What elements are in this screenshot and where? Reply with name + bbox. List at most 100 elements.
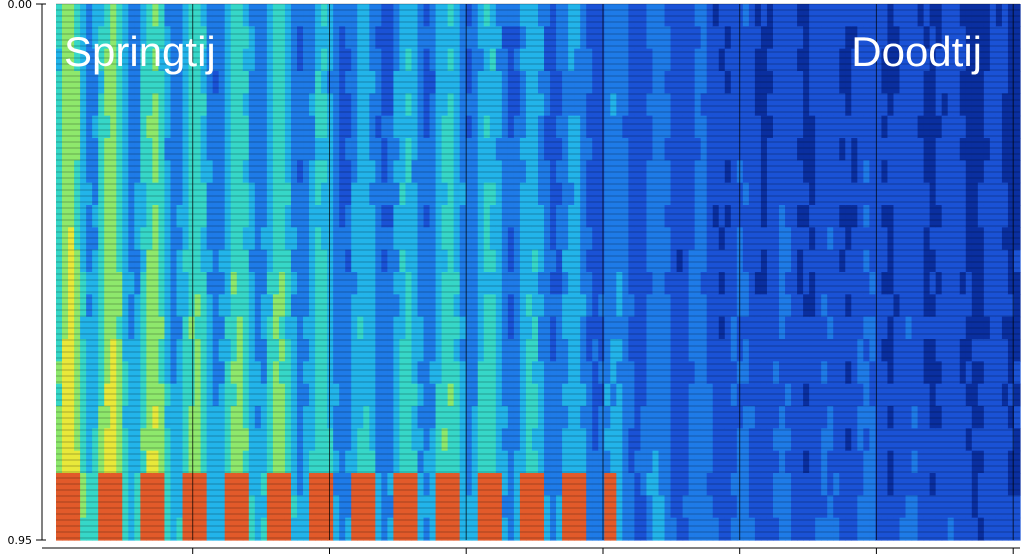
- heatmap-cell: [471, 383, 479, 407]
- heatmap-cell: [345, 272, 352, 295]
- heatmap-cell: [652, 473, 660, 496]
- heatmap-cell: [580, 249, 587, 273]
- heatmap-cell: [152, 115, 160, 139]
- heatmap-cell: [272, 138, 280, 161]
- heatmap-cell: [266, 93, 274, 117]
- heatmap-cell: [748, 339, 756, 362]
- heatmap-cell: [1013, 473, 1021, 496]
- heatmap-cell: [357, 383, 364, 407]
- heatmap-cell: [405, 361, 413, 385]
- heatmap-cell: [706, 406, 714, 429]
- heatmap-cell: [754, 339, 762, 362]
- heatmap-cell: [640, 495, 648, 519]
- heatmap-cell: [640, 138, 648, 161]
- heatmap-cell: [803, 93, 810, 117]
- heatmap-cell: [435, 93, 443, 117]
- heatmap-cell: [839, 249, 846, 273]
- heatmap-cell: [779, 93, 786, 117]
- heatmap-cell: [483, 93, 491, 117]
- heatmap-cell: [803, 71, 810, 94]
- heatmap-cell: [254, 71, 262, 94]
- heatmap-cell: [375, 361, 382, 385]
- heatmap-cell: [544, 138, 551, 161]
- heatmap-cell: [327, 71, 334, 94]
- heatmap-cell: [568, 115, 575, 139]
- heatmap-cell: [658, 93, 666, 117]
- heatmap-cell: [959, 227, 967, 251]
- heatmap-cell: [899, 93, 907, 117]
- heatmap-cell: [140, 138, 147, 161]
- heatmap-cell: [754, 473, 762, 496]
- heatmap-cell: [212, 517, 220, 541]
- heatmap-cell: [917, 227, 925, 251]
- heatmap-cell: [833, 93, 840, 117]
- heatmap-cell: [634, 272, 642, 295]
- heatmap-cell: [116, 339, 123, 362]
- heatmap-cell: [453, 4, 461, 27]
- heatmap-cell: [170, 4, 178, 27]
- heatmap-cell: [507, 383, 515, 407]
- heatmap-cell: [911, 383, 919, 407]
- heatmap-cell: [266, 272, 274, 295]
- heatmap-cell: [592, 227, 599, 251]
- heatmap-cell: [363, 93, 370, 117]
- heatmap-cell: [92, 495, 99, 519]
- heatmap-cell: [86, 361, 93, 385]
- heatmap-cell: [929, 361, 937, 385]
- heatmap-cell: [309, 227, 316, 251]
- heatmap-cell: [911, 517, 919, 541]
- heatmap-cell: [748, 227, 756, 251]
- heatmap-cell: [110, 383, 117, 407]
- heatmap-cell: [74, 138, 81, 161]
- heatmap-cell: [483, 138, 491, 161]
- heatmap-cell: [345, 406, 352, 429]
- heatmap-cell: [628, 71, 636, 94]
- heatmap-cell: [182, 205, 190, 228]
- heatmap-cell: [700, 517, 708, 541]
- heatmap-cell: [495, 205, 503, 228]
- heatmap-cell: [297, 115, 304, 139]
- heatmap-cell: [459, 272, 467, 295]
- heatmap-cell: [893, 4, 901, 27]
- heatmap-cell: [194, 227, 202, 251]
- heatmap-cell: [272, 383, 280, 407]
- heatmap-cell: [459, 339, 467, 362]
- heatmap-cell: [212, 272, 220, 295]
- heatmap-cell: [592, 93, 599, 117]
- heatmap-cell: [706, 71, 714, 94]
- heatmap-cell: [218, 361, 226, 385]
- heatmap-cell: [321, 473, 328, 496]
- heatmap-cell: [441, 473, 449, 496]
- heatmap-cell: [1001, 115, 1009, 139]
- heatmap-cell: [110, 473, 117, 496]
- heatmap-cell: [598, 205, 605, 228]
- heatmap-cell: [447, 93, 455, 117]
- heatmap-cell: [525, 495, 533, 519]
- heatmap-cell: [965, 205, 973, 228]
- heatmap-cell: [128, 227, 135, 251]
- heatmap-cell: [959, 249, 967, 273]
- heatmap-cell: [411, 339, 419, 362]
- heatmap-cell: [116, 138, 123, 161]
- heatmap-cell: [562, 361, 569, 385]
- heatmap-cell: [158, 361, 166, 385]
- heatmap-cell: [742, 361, 750, 385]
- heatmap-cell: [182, 249, 190, 273]
- heatmap-cell: [272, 227, 280, 251]
- heatmap-cell: [98, 249, 105, 273]
- heatmap-cell: [333, 93, 340, 117]
- heatmap-cell: [453, 115, 461, 139]
- heatmap-cell: [242, 473, 250, 496]
- heatmap-cell: [803, 115, 810, 139]
- heatmap-cell: [742, 495, 750, 519]
- heatmap-cell: [116, 93, 123, 117]
- heatmap-cell: [730, 406, 738, 429]
- heatmap-cell: [327, 115, 334, 139]
- heatmap-cell: [152, 249, 160, 273]
- heatmap-cell: [803, 249, 810, 273]
- heatmap-cell: [700, 138, 708, 161]
- heatmap-cell: [405, 272, 413, 295]
- heatmap-cell: [351, 4, 358, 27]
- heatmap-cell: [628, 138, 636, 161]
- heatmap-cell: [254, 383, 262, 407]
